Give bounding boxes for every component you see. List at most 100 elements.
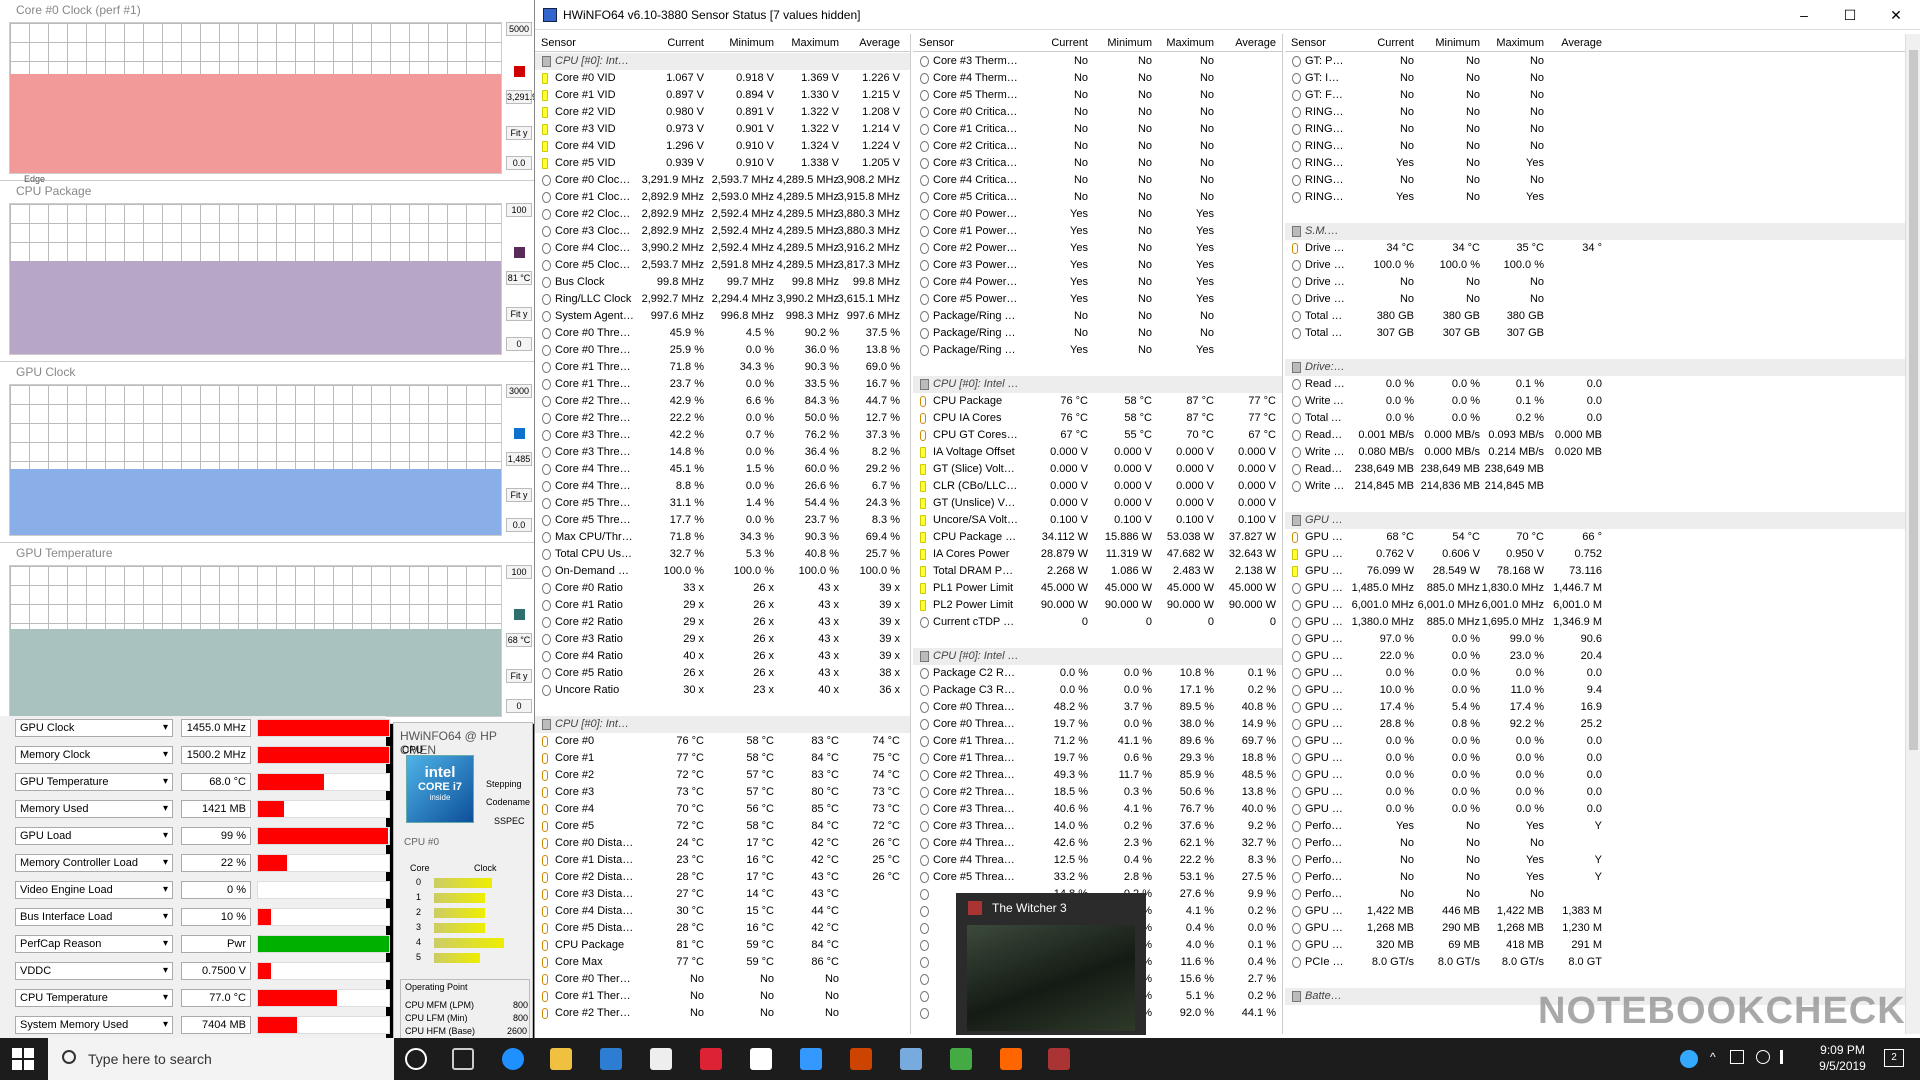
sensor-row[interactable]: GT: Fuses limit No No No: [1285, 87, 1920, 104]
sensor-row[interactable]: PCIe Link Speed 8.0 GT/s 8.0 GT/s 8.0 GT/s 8…: [1285, 954, 1920, 971]
sensor-row[interactable]: RING: Package-Leve... Yes No Yes: [1285, 189, 1920, 206]
taskbar-search-box[interactable]: Type here to search: [48, 1038, 394, 1080]
sensor-row[interactable]: PL1 Power Limit 45.000 W 45.000 W 45.000 W 4…: [913, 580, 1282, 597]
sensor-row[interactable]: Drive Failure No No No: [1285, 274, 1920, 291]
sensor-row[interactable]: Core #5 Critical Te... No No No: [913, 189, 1282, 206]
sensor-row[interactable]: GPU Bus Load 10.0 % 0.0 % 11.0 % 9.4: [1285, 682, 1920, 699]
sensor-row[interactable]: [1285, 495, 1920, 512]
sensor-row[interactable]: Core #4 Thread 1 ... 12.5 % 0.4 % 22.2 % 8.3…: [913, 852, 1282, 869]
sensor-row[interactable]: Read Rate 0.001 MB/s 0.000 MB/s 0.093 MB/s 0…: [1285, 427, 1920, 444]
sensor-row[interactable]: GPU Clock 1,485.0 MHz 885.0 MHz1,830.0 MHz…: [1285, 580, 1920, 597]
sensor-row[interactable]: GPU Video Engine Load 0.0 % 0.0 % 0.0 % 0.0: [1285, 665, 1920, 682]
sensor-row[interactable]: Core #1 Thread #0... 71.8 % 34.3 % 90.3 % 69…: [535, 359, 910, 376]
sensor-row[interactable]: GPU D3D Memory D... 1,268 MB 290 MB 1,268 M…: [1285, 920, 1920, 937]
gpu-sensor-dropdown[interactable]: Bus Interface Load: [15, 908, 173, 926]
sensor-row[interactable]: Uncore Ratio 30 x 23 x 40 x 36 x: [535, 682, 910, 699]
sensor-row[interactable]: Core #3 Thermal T... No No No: [913, 53, 1282, 70]
windows-start-button[interactable]: [12, 1048, 34, 1070]
sensor-row[interactable]: Core #1 Critical Te... No No No: [913, 121, 1282, 138]
sensor-row[interactable]: System Agent Clock 997.6 MHz 996.8 MHz 998.…: [535, 308, 910, 325]
sensor-row[interactable]: RING: VR Thermal Al... No No No: [1285, 121, 1920, 138]
witcher-taskbar-icon[interactable]: [1048, 1048, 1070, 1070]
column-header-maximum[interactable]: Maximum: [1166, 37, 1214, 49]
sensor-row[interactable]: Core #4 Clock (perf... 3,990.2 MHz 2,592.4…: [535, 240, 910, 257]
sensor-row[interactable]: PL2 Power Limit 90.000 W 90.000 W 90.000 W 9…: [913, 597, 1282, 614]
sensor-row[interactable]: Core #3 Thread #0... 42.2 % 0.7 % 76.2 % 37.…: [535, 427, 910, 444]
sensor-row[interactable]: Write Rate 0.080 MB/s 0.000 MB/s 0.214 MB/s…: [1285, 444, 1920, 461]
sensor-row[interactable]: Core #5 72 °C 58 °C 84 °C 72 °C: [535, 818, 910, 835]
sensor-row[interactable]: Core #5 Distance t... 28 °C 16 °C 42 °C: [535, 920, 910, 937]
sensor-row[interactable]: Drive Remaining Life 100.0 % 100.0 % 100.0 …: [1285, 257, 1920, 274]
gpu-sensor-dropdown[interactable]: GPU Temperature: [15, 773, 173, 791]
sensor-row[interactable]: Total Activity 0.0 % 0.0 % 0.2 % 0.0: [1285, 410, 1920, 427]
gpu-sensor-dropdown[interactable]: Memory Controller Load: [15, 854, 173, 872]
sensor-row[interactable]: Core #3 Power Limi... Yes No Yes: [913, 257, 1282, 274]
sensor-row[interactable]: RING: Residency St... No No No: [1285, 104, 1920, 121]
sensor-row[interactable]: Max CPU/Thread U... 71.8 % 34.3 % 90.3 % 69.…: [535, 529, 910, 546]
sensor-row[interactable]: Total DRAM Power 2.268 W 1.086 W 2.483 W 2.1…: [913, 563, 1282, 580]
sensor-row[interactable]: Drive Temperature 34 °C 34 °C 35 °C 34 °: [1285, 240, 1920, 257]
sensor-row[interactable]: CPU IA Cores 76 °C 58 °C 87 °C 77 °C: [913, 410, 1282, 427]
sensor-row[interactable]: RING: Package-Leve... No No No: [1285, 172, 1920, 189]
sensor-row[interactable]: GT (Slice) Voltage ... 0.000 V 0.000 V 0.00…: [913, 461, 1282, 478]
sensor-row[interactable]: GPU D3D Usage 28.8 % 0.8 % 92.2 % 25.2: [1285, 716, 1920, 733]
sensor-row[interactable]: GPU Temperature 68 °C 54 °C 70 °C 66 °: [1285, 529, 1920, 546]
hwinfo-taskbar-icon[interactable]: [900, 1048, 922, 1070]
sensor-row[interactable]: CPU Package 76 °C 58 °C 87 °C 77 °C: [913, 393, 1282, 410]
sensor-row[interactable]: GPU VR Usage 0.0 % 0.0 % 0.0 % 0.0: [1285, 801, 1920, 818]
sensor-row[interactable]: RING: Max VR Volta... Yes No Yes: [1285, 155, 1920, 172]
sensor-row[interactable]: Core #0 Clock (perf... 3,291.9 MHz 2,593.7…: [535, 172, 910, 189]
sensor-row[interactable]: Bus Clock 99.8 MHz 99.7 MHz 99.8 MHz 99.8 MH…: [535, 274, 910, 291]
sensor-row[interactable]: Core #3 Thread 0 ... 40.6 % 4.1 % 76.7 % 40.…: [913, 801, 1282, 818]
sensor-row[interactable]: Package/Ring Ther... No No No: [913, 308, 1282, 325]
sensor-row[interactable]: Core #4 Thread 0 ... 42.6 % 2.3 % 62.1 % 32.…: [913, 835, 1282, 852]
gpu-sensor-dropdown[interactable]: System Memory Used: [15, 1016, 173, 1034]
sensor-row[interactable]: Core #1 77 °C 58 °C 84 °C 75 °C: [535, 750, 910, 767]
help-icon[interactable]: [1680, 1050, 1698, 1068]
sensor-row[interactable]: Core #0 Distance t... 24 °C 17 °C 42 °C 26 °…: [535, 835, 910, 852]
graph-plot[interactable]: [9, 565, 502, 717]
column-header-average[interactable]: Average: [1561, 37, 1602, 49]
app-icon-fire[interactable]: [1000, 1048, 1022, 1070]
app-icon-red[interactable]: [700, 1048, 722, 1070]
sensor-row[interactable]: Drive Warning No No No: [1285, 291, 1920, 308]
sensor-row[interactable]: Core #1 Ratio 29 x 26 x 43 x 39 x: [535, 597, 910, 614]
maximize-button[interactable]: ☐: [1827, 2, 1873, 28]
sensor-row[interactable]: GPU Video Clock 1,380.0 MHz 885.0 MHz1,695…: [1285, 614, 1920, 631]
column-header-average[interactable]: Average: [1235, 37, 1276, 49]
mail-icon[interactable]: [650, 1048, 672, 1070]
sensor-row[interactable]: Package/Ring Critic... No No No: [913, 325, 1282, 342]
gpu-sensor-dropdown[interactable]: VDDC: [15, 962, 173, 980]
gpu-sensor-dropdown[interactable]: GPU Load: [15, 827, 173, 845]
sensor-row[interactable]: Core #1 Thread 0 ... 71.2 % 41.1 % 89.6 % 69…: [913, 733, 1282, 750]
sensor-row[interactable]: Core #2 72 °C 57 °C 83 °C 74 °C: [535, 767, 910, 784]
sensor-group-header[interactable]: CPU [#0]: Intel Cor...: [535, 53, 910, 70]
sensor-row[interactable]: CLR (CBo/LLC/Ring... 0.000 V 0.000 V 0.000 …: [913, 478, 1282, 495]
sensor-row[interactable]: Core #5 Thread #1... 17.7 % 0.0 % 23.7 % 8.3…: [535, 512, 910, 529]
sensor-row[interactable]: Core #0 Thread 1 ... 19.7 % 0.0 % 38.0 % 14.…: [913, 716, 1282, 733]
sensor-row[interactable]: Core #2 Thread #1... 22.2 % 0.0 % 50.0 % 12.…: [535, 410, 910, 427]
sensor-row[interactable]: Read Activity 0.0 % 0.0 % 0.1 % 0.0: [1285, 376, 1920, 393]
graph-color-marker[interactable]: [514, 66, 525, 77]
sensor-row[interactable]: Package C2 Reside... 0.0 % 0.0 % 10.8 % 0.1 …: [913, 665, 1282, 682]
sensor-row[interactable]: Core #5 Clock (perf... 2,593.7 MHz 2,591.8…: [535, 257, 910, 274]
scrollbar-thumb[interactable]: [1909, 50, 1918, 750]
sensor-row[interactable]: IA Voltage Offset 0.000 V 0.000 V 0.000 V 0.…: [913, 444, 1282, 461]
sensor-row[interactable]: Core #2 Thread #0... 42.9 % 6.6 % 84.3 % 44.…: [535, 393, 910, 410]
sensor-panel[interactable]: Sensor Current Minimum Maximum Average CPU [#…: [535, 34, 911, 1034]
sensor-row[interactable]: [1285, 971, 1920, 988]
sensor-row[interactable]: Core #5 Power Limi... Yes No Yes: [913, 291, 1282, 308]
game-preview-image[interactable]: [967, 925, 1135, 1031]
sensor-group-header[interactable]: CPU [#0]: Intel Cor...: [535, 716, 910, 733]
column-header-minimum[interactable]: Minimum: [1107, 37, 1152, 49]
sensor-row[interactable]: Core #0 VID 1.067 V 0.918 V 1.369 V 1.226 V: [535, 70, 910, 87]
fit-y-button[interactable]: Fit y: [506, 669, 532, 683]
chevron-up-icon[interactable]: ^: [1710, 1050, 1716, 1064]
fit-y-button[interactable]: Fit y: [506, 126, 532, 140]
sensor-row[interactable]: Core #0 Thread #0... 45.9 % 4.5 % 90.2 % 37.…: [535, 325, 910, 342]
sensor-row[interactable]: Package/Ring Powe... Yes No Yes: [913, 342, 1282, 359]
sensor-row[interactable]: Core #0 Thermal T... No No No: [535, 971, 910, 988]
task-view-icon[interactable]: [452, 1048, 474, 1070]
volume-icon[interactable]: [1780, 1050, 1792, 1064]
sensor-group-header[interactable]: GPU [#0]: NVIDIA G...: [1285, 512, 1920, 529]
